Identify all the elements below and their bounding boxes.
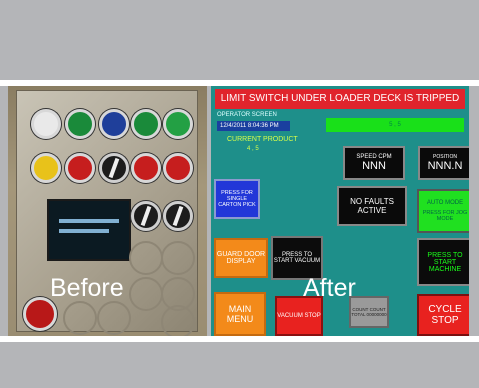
datetime-display: 12/4/2011 8:04:36 PM — [217, 121, 290, 131]
pilot-light-red-2 — [131, 153, 161, 183]
position-display: POSITION NNN.N — [418, 146, 469, 180]
main-menu-button[interactable]: MAIN MENU — [214, 292, 266, 336]
empty-button-hole — [161, 241, 195, 275]
start-machine-button[interactable]: PRESS TO START MACHINE — [417, 238, 469, 286]
jog-mode-hint: PRESS FOR JOG MODE — [422, 210, 468, 222]
alarm-banner: LIMIT SWITCH UNDER LOADER DECK IS TRIPPE… — [215, 89, 465, 109]
faults-status: NO FAULTS ACTIVE — [337, 186, 407, 226]
auto-mode-button[interactable]: AUTO MODE PRESS FOR JOG MODE — [417, 189, 469, 233]
pilot-light-green — [65, 109, 95, 139]
pilot-light-red-3 — [163, 153, 193, 183]
before-caption: Before — [50, 274, 124, 302]
current-product-label: CURRENT PRODUCT — [227, 136, 298, 143]
position-value: NNN.N — [427, 160, 463, 172]
empty-button-hole — [97, 301, 131, 335]
single-carton-pick-button[interactable]: PRESS FOR SINGLE CARTON PICK — [214, 179, 260, 219]
screen-title: OPERATOR SCREEN — [217, 112, 277, 118]
pilot-light-white — [31, 109, 61, 139]
speed-display: SPEED CPM NNN — [343, 146, 405, 180]
pilot-light-blue — [99, 109, 129, 139]
pilot-light-green-2 — [131, 109, 161, 139]
after-caption: After — [303, 274, 356, 302]
bottom-white-band — [0, 336, 479, 342]
selector-switch-2 — [131, 201, 161, 231]
cycle-stop-button[interactable]: CYCLE STOP — [417, 294, 469, 336]
speed-value: NNN — [362, 160, 386, 172]
selector-switch — [99, 153, 129, 183]
after-operator-screen: LIMIT SWITCH UNDER LOADER DECK IS TRIPPE… — [211, 86, 469, 336]
before-panel-photo: Before — [8, 86, 207, 336]
auto-mode-caption: AUTO MODE — [426, 200, 464, 206]
guard-door-display-button[interactable]: GUARD DOOR DISPLAY — [214, 238, 268, 278]
empty-button-hole — [63, 301, 97, 335]
empty-button-hole — [161, 305, 195, 336]
selector-switch-3 — [163, 201, 193, 231]
current-product-value: 4 , 5 — [247, 146, 259, 152]
pilot-light-yellow — [31, 153, 61, 183]
status-bar: 5 , 5 — [326, 118, 464, 132]
small-hmi-display — [47, 199, 131, 261]
pilot-light-red — [65, 153, 95, 183]
empty-button-hole — [129, 277, 163, 311]
empty-button-hole — [129, 241, 163, 275]
pilot-light-green-3 — [163, 109, 193, 139]
